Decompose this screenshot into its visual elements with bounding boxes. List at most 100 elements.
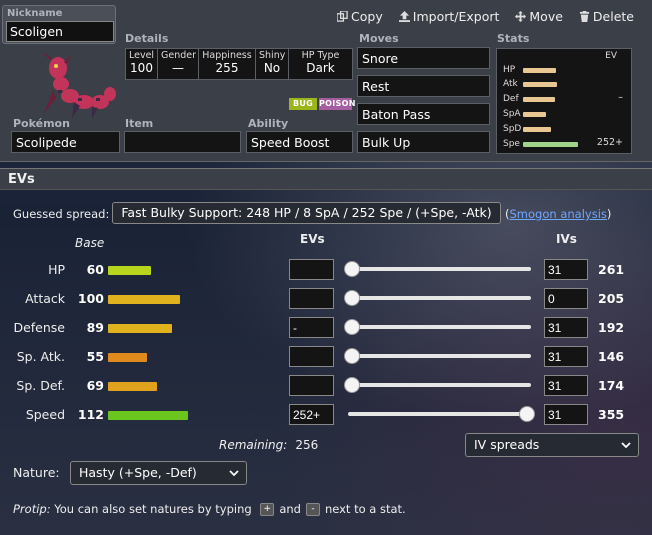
stat-base-value: 112 — [77, 407, 104, 422]
ev-slider-track[interactable] — [348, 354, 531, 358]
ev-slider-thumb[interactable] — [519, 406, 535, 422]
hptype-value: Dark — [306, 61, 335, 75]
base-column-header: Base — [75, 236, 105, 250]
chevron-down-icon — [229, 470, 239, 477]
stats-summary-bar — [523, 126, 551, 132]
stat-base-value: 69 — [86, 378, 104, 393]
ev-input[interactable] — [289, 259, 334, 280]
pokemon-field[interactable]: Scolipede — [11, 131, 120, 153]
happiness-label: Happiness — [202, 50, 252, 61]
stats-summary-bar — [523, 67, 556, 73]
delete-button[interactable]: Delete — [579, 9, 634, 24]
stat-total: 174 — [598, 378, 625, 393]
stat-row: HP 60 261 — [0, 258, 652, 284]
set-toolbar: Copy Import/Export Move Delete — [337, 9, 634, 24]
stats-label: Stats — [497, 32, 530, 45]
stat-total: 355 — [598, 407, 625, 422]
delete-label: Delete — [592, 9, 634, 24]
ev-slider-track[interactable] — [348, 412, 531, 416]
ivs-column-header: IVs — [556, 232, 577, 246]
stats-summary-ev: 252+ — [596, 137, 623, 148]
evs-section-header: EVs — [0, 168, 652, 190]
gender-value: — — [172, 61, 184, 75]
item-field[interactable] — [124, 131, 241, 153]
ev-slider-track[interactable] — [348, 296, 531, 300]
ev-input[interactable] — [289, 288, 334, 309]
iv-input[interactable] — [544, 259, 588, 280]
ev-input[interactable] — [289, 375, 334, 396]
stats-summary-label: Def — [503, 94, 519, 104]
ev-input[interactable] — [289, 317, 334, 338]
stat-name: Defense — [13, 320, 65, 335]
nickname-label: Nickname — [7, 8, 63, 19]
move-slot-1[interactable]: Snore — [357, 47, 490, 69]
stat-base-bar — [108, 324, 172, 333]
ev-slider-track[interactable] — [348, 267, 531, 271]
move-slot-3[interactable]: Baton Pass — [357, 103, 490, 125]
stat-row: Defense 89 192 — [0, 316, 652, 342]
protip-label: Protip: — [13, 502, 51, 516]
stats-summary-row: Atk — [503, 79, 557, 89]
stat-base-bar — [108, 353, 147, 362]
protip-text-1: You can also set natures by typing — [54, 502, 252, 516]
stat-base-value: 89 — [86, 320, 104, 335]
set-panel: Copy Import/Export Move Delete Nickname — [0, 0, 652, 162]
iv-input[interactable] — [544, 317, 588, 338]
ev-slider-track[interactable] — [348, 383, 531, 387]
stat-total: 146 — [598, 349, 625, 364]
ev-slider-thumb[interactable] — [344, 377, 360, 393]
stats-summary-label: Spe — [503, 139, 520, 149]
iv-spreads-select[interactable]: IV spreads — [465, 433, 639, 457]
protip-and: and — [279, 502, 301, 516]
shiny-value: No — [263, 61, 281, 75]
stats-summary-row: SpA — [503, 109, 546, 119]
guessed-spread-button[interactable]: Fast Bulky Support: 248 HP / 8 SpA / 252… — [112, 202, 501, 224]
nature-select[interactable]: Hasty (+Spe, -Def) — [70, 461, 247, 485]
ability-field[interactable]: Speed Boost — [246, 131, 353, 153]
item-label: Item — [125, 117, 154, 130]
nickname-input[interactable] — [6, 21, 114, 42]
stat-base-value: 60 — [86, 262, 104, 277]
move-slot-4[interactable]: Bulk Up — [357, 131, 490, 153]
ev-input[interactable] — [289, 404, 334, 425]
move-slot-2[interactable]: Rest — [357, 75, 490, 97]
chevron-down-icon — [621, 442, 631, 449]
iv-input[interactable] — [544, 346, 588, 367]
move-button[interactable]: Move — [515, 9, 563, 24]
ev-slider-thumb[interactable] — [344, 261, 360, 277]
gender-label: Gender — [161, 50, 197, 61]
shiny-cell: Shiny No — [256, 49, 289, 79]
smogon-analysis-link[interactable]: Smogon analysis — [510, 207, 607, 221]
ev-input[interactable] — [289, 346, 334, 367]
protip-text-2: next to a stat. — [324, 502, 406, 516]
copy-button[interactable]: Copy — [337, 9, 383, 24]
pokemon-sprite — [42, 52, 116, 119]
evs-column-header: EVs — [300, 232, 325, 246]
ev-slider-thumb[interactable] — [344, 348, 360, 364]
details-label: Details — [125, 32, 169, 45]
stats-summary-bar — [523, 96, 555, 102]
stats-summary-row: Spe — [503, 139, 578, 149]
stats-summary-label: Atk — [503, 79, 518, 89]
stat-name: Sp. Def. — [16, 378, 65, 393]
iv-input[interactable] — [544, 375, 588, 396]
iv-input[interactable] — [544, 404, 588, 425]
stats-summary-bar — [523, 81, 557, 87]
import-export-button[interactable]: Import/Export — [398, 9, 499, 24]
hptype-label: HP Type — [301, 50, 340, 61]
ev-slider-thumb[interactable] — [344, 319, 360, 335]
smogon-analysis: (Smogon analysis) — [505, 207, 611, 221]
details-box[interactable]: Level 100 Gender — Happiness 255 Shiny N… — [125, 48, 353, 80]
move-label: Move — [529, 9, 563, 24]
stat-base-bar — [108, 295, 180, 304]
stats-summary-label: SpA — [503, 109, 521, 119]
stats-summary-box[interactable]: EV HP Atk Def – SpA SpD Spe 252+ — [496, 48, 632, 154]
nature-value: Hasty (+Spe, -Def) — [79, 465, 197, 480]
iv-input[interactable] — [544, 288, 588, 309]
ev-slider-track[interactable] — [348, 325, 531, 329]
stat-total: 192 — [598, 320, 625, 335]
stat-name: Attack — [25, 291, 65, 306]
protip: Protip: You can also set natures by typi… — [13, 502, 406, 516]
stats-summary-label: SpD — [503, 124, 522, 134]
ev-slider-thumb[interactable] — [344, 290, 360, 306]
